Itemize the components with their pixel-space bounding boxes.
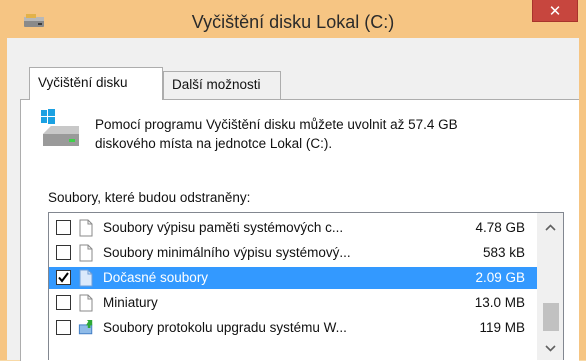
file-name: Dočasné soubory bbox=[103, 270, 209, 285]
file-icon bbox=[79, 244, 93, 262]
file-icon bbox=[79, 294, 93, 312]
title-bar[interactable]: Vyčištění disku Lokal (C:) ✕ bbox=[0, 0, 586, 38]
scroll-up-button[interactable] bbox=[537, 217, 563, 237]
file-name: Soubory výpisu paměti systémových c... bbox=[103, 220, 344, 235]
scroll-down-button[interactable] bbox=[537, 338, 563, 358]
window-title: Vyčištění disku Lokal (C:) bbox=[191, 12, 395, 32]
file-size: 4.78 GB bbox=[475, 220, 525, 235]
dialog-body: Vyčištění disku Další možnosti Pomocí pr… bbox=[7, 38, 579, 361]
file-size: 119 MB bbox=[479, 320, 525, 335]
disk-cleanup-window: Vyčištění disku Lokal (C:) ✕ Vyčištění d… bbox=[0, 0, 586, 361]
upgrade-log-icon bbox=[78, 320, 93, 335]
list-item[interactable]: Miniatury 13.0 MB bbox=[49, 292, 537, 314]
list-scrollbar[interactable] bbox=[537, 213, 563, 360]
drive-icon bbox=[41, 109, 79, 146]
checkbox[interactable] bbox=[56, 245, 71, 260]
list-item[interactable]: Soubory výpisu paměti systémových c... 4… bbox=[49, 217, 537, 239]
scroll-thumb[interactable] bbox=[543, 303, 559, 331]
file-size: 13.0 MB bbox=[474, 295, 525, 310]
list-item[interactable]: Dočasné soubory 2.09 GB bbox=[49, 267, 537, 289]
checkbox[interactable] bbox=[56, 220, 71, 235]
file-icon bbox=[79, 219, 93, 237]
file-name: Miniatury bbox=[103, 295, 158, 310]
files-list[interactable]: Soubory výpisu paměti systémových c... 4… bbox=[48, 212, 564, 360]
file-size: 2.09 GB bbox=[475, 270, 525, 285]
tab-disk-cleanup[interactable]: Vyčištění disku bbox=[29, 67, 163, 100]
close-icon: ✕ bbox=[548, 2, 562, 20]
list-item[interactable]: Soubory protokolu upgradu systému W... 1… bbox=[49, 317, 537, 339]
file-size: 583 kB bbox=[482, 245, 525, 260]
file-icon bbox=[79, 269, 93, 287]
chevron-down-icon bbox=[545, 344, 556, 352]
file-name: Soubory protokolu upgradu systému W... bbox=[103, 320, 347, 335]
files-to-delete-label: Soubory, které budou odstraněny: bbox=[48, 190, 251, 205]
chevron-up-icon bbox=[545, 223, 556, 231]
list-item[interactable]: Soubory minimálního výpisu systémový... … bbox=[49, 242, 537, 264]
description-line-2: diskového místa na jednotce Lokal (C:). bbox=[95, 136, 333, 151]
file-name: Soubory minimálního výpisu systémový... bbox=[103, 245, 351, 260]
description: Pomocí programu Vyčištění disku můžete u… bbox=[95, 115, 565, 153]
checkbox[interactable] bbox=[56, 295, 71, 310]
checkbox[interactable] bbox=[56, 320, 71, 335]
description-line-1: Pomocí programu Vyčištění disku můžete u… bbox=[95, 117, 458, 132]
checkbox[interactable] bbox=[56, 270, 71, 285]
close-button[interactable]: ✕ bbox=[532, 0, 578, 22]
tab-more-options[interactable]: Další možnosti bbox=[163, 71, 281, 99]
checkmark-icon bbox=[58, 272, 69, 283]
